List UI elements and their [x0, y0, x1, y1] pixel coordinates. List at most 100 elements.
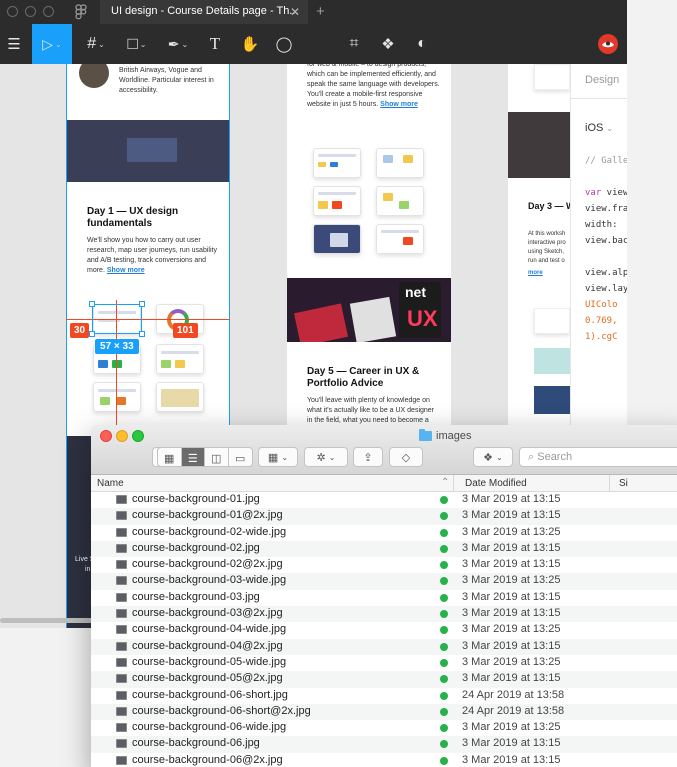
column-size[interactable]: Si: [619, 478, 628, 489]
image-file-icon: [116, 592, 127, 602]
title-bar: UI design - Course Details page - Th... …: [0, 0, 627, 24]
file-row[interactable]: course-background-01@2x.jpg 3 Mar 2019 at…: [91, 508, 677, 525]
move-icon: ▷: [42, 35, 54, 52]
thumbnail: [534, 64, 570, 90]
tab-course-details[interactable]: UI design - Course Details page - Th... …: [100, 0, 308, 24]
minimize-window-icon[interactable]: [116, 430, 128, 442]
file-row[interactable]: course-background-03@2x.jpg 3 Mar 2019 at…: [91, 606, 677, 623]
tags-button[interactable]: ◇: [389, 447, 423, 467]
thumbnail: [534, 386, 570, 414]
file-date: 3 Mar 2019 at 13:15: [462, 558, 561, 571]
resize-handle[interactable]: [139, 301, 145, 307]
course-image: [508, 112, 570, 178]
file-row[interactable]: course-background-05@2x.jpg 3 Mar 2019 at…: [91, 671, 677, 688]
resize-handle[interactable]: [139, 331, 145, 337]
shape-tool[interactable]: □ ⌄: [118, 24, 156, 64]
list-view-icon[interactable]: ☰: [181, 448, 205, 466]
file-row[interactable]: course-background-06.jpg 3 Mar 2019 at 13…: [91, 736, 677, 753]
column-view-icon[interactable]: ◫: [205, 448, 229, 466]
action-button[interactable]: ✲ ⌄: [304, 447, 348, 467]
synced-check-icon: [440, 740, 448, 749]
file-date: 3 Mar 2019 at 13:15: [462, 590, 561, 603]
gear-icon: ✲: [316, 451, 326, 464]
file-row[interactable]: course-background-05-wide.jpg 3 Mar 2019 …: [91, 655, 677, 671]
share-icon: ⇪: [363, 451, 373, 464]
synced-check-icon: [440, 593, 448, 602]
image-file-icon: [116, 755, 127, 765]
text-tool[interactable]: T: [202, 24, 228, 64]
zoom-window-icon[interactable]: [43, 6, 54, 17]
file-row[interactable]: course-background-02@2x.jpg 3 Mar 2019 at…: [91, 557, 677, 573]
show-more-link[interactable]: Show more: [380, 101, 418, 108]
file-date: 3 Mar 2019 at 13:15: [462, 737, 561, 750]
code-line: view.fra: [585, 204, 627, 214]
move-tool[interactable]: ▷ ⌄: [32, 24, 72, 64]
file-row[interactable]: course-background-06-short.jpg 24 Apr 201…: [91, 688, 677, 704]
new-tab-button[interactable]: +: [316, 3, 325, 20]
file-name: course-background-05-wide.jpg: [132, 655, 287, 668]
tab-close-icon[interactable]: ✕: [290, 5, 300, 19]
promo-text-2: in: [85, 566, 91, 573]
file-name: course-background-06.jpg: [132, 737, 260, 750]
dropbox-button[interactable]: ❖ ⌄: [473, 447, 513, 467]
day3-heading: Day 3 — W Rapid Pro: [528, 201, 570, 211]
contrast-icon[interactable]: ◐: [408, 24, 436, 64]
thumbnail: [156, 382, 204, 412]
file-row[interactable]: course-background-06@2x.jpg 3 Mar 2019 at…: [91, 753, 677, 767]
file-row[interactable]: course-background-03.jpg 3 Mar 2019 at 13…: [91, 590, 677, 606]
view-mode-segmented: ▦ ☰ ◫ ▭: [157, 447, 253, 467]
chevron-down-icon: ⌄: [496, 452, 503, 462]
group-button[interactable]: ▦ ⌄: [258, 447, 298, 467]
file-row[interactable]: course-background-03-wide.jpg 3 Mar 2019 …: [91, 573, 677, 590]
resize-handle[interactable]: [89, 331, 95, 337]
file-name: course-background-03@2x.jpg: [132, 607, 283, 620]
file-row[interactable]: course-background-06-wide.jpg 3 Mar 2019 …: [91, 720, 677, 736]
minimize-window-icon[interactable]: [25, 6, 36, 17]
synced-check-icon: [440, 512, 448, 521]
file-row[interactable]: course-background-04-wide.jpg 3 Mar 2019 …: [91, 622, 677, 638]
chevron-down-icon: ⌄: [328, 452, 336, 462]
file-row[interactable]: course-background-02-wide.jpg 3 Mar 2019 …: [91, 525, 677, 541]
day5-body: You'll leave with plenty of knowledge on…: [307, 397, 435, 424]
file-name: course-background-02@2x.jpg: [132, 558, 283, 571]
file-date: 3 Mar 2019 at 13:25: [462, 721, 561, 734]
file-row[interactable]: course-background-02.jpg 3 Mar 2019 at 13…: [91, 540, 677, 558]
close-window-icon[interactable]: [7, 6, 18, 17]
zoom-window-icon[interactable]: [132, 430, 144, 442]
crop-icon[interactable]: ⌗: [340, 24, 368, 64]
file-row[interactable]: course-background-06-short@2x.jpg 24 Apr …: [91, 703, 677, 721]
platform-select[interactable]: iOS ⌄: [585, 122, 613, 134]
resize-handle[interactable]: [89, 301, 95, 307]
synced-check-icon: [440, 496, 448, 504]
hand-tool[interactable]: ✋: [236, 24, 264, 64]
show-more-link[interactable]: Show more: [107, 267, 145, 274]
avatar[interactable]: [594, 24, 622, 64]
frame-icon: #: [87, 35, 97, 52]
share-button[interactable]: ⇪: [353, 447, 383, 467]
figma-logo-icon[interactable]: [75, 4, 87, 20]
column-name[interactable]: Name: [97, 478, 124, 489]
code-line: var view: [585, 188, 627, 198]
image-file-icon: [116, 657, 127, 667]
pen-tool[interactable]: ✒ ⌄: [160, 24, 196, 64]
image-file-icon: [116, 723, 127, 733]
component-icon[interactable]: ❖: [374, 24, 402, 64]
code-comment: // Galle: [585, 156, 627, 166]
gallery-view-icon[interactable]: ▭: [229, 448, 252, 466]
column-date-modified[interactable]: Date Modified: [465, 478, 527, 489]
search-input[interactable]: ⌕ Search: [519, 447, 677, 467]
window-title: images: [419, 429, 471, 442]
file-date: 3 Mar 2019 at 13:15: [462, 493, 561, 505]
comment-tool[interactable]: ◯: [270, 24, 298, 64]
selection-box[interactable]: [89, 301, 145, 337]
frame-tool[interactable]: # ⌄: [78, 24, 114, 64]
file-row[interactable]: course-background-04@2x.jpg 3 Mar 2019 at…: [91, 638, 677, 655]
close-window-icon[interactable]: [100, 430, 112, 442]
file-row[interactable]: course-background-01.jpg 3 Mar 2019 at 13…: [91, 492, 677, 508]
main-menu-icon[interactable]: ☰: [0, 24, 28, 64]
chevron-down-icon: ⌄: [139, 39, 147, 49]
file-date: 3 Mar 2019 at 13:25: [462, 655, 561, 668]
tab-design[interactable]: Design: [585, 74, 619, 86]
file-date: 3 Mar 2019 at 13:15: [462, 753, 561, 766]
icon-view-icon[interactable]: ▦: [158, 448, 182, 466]
